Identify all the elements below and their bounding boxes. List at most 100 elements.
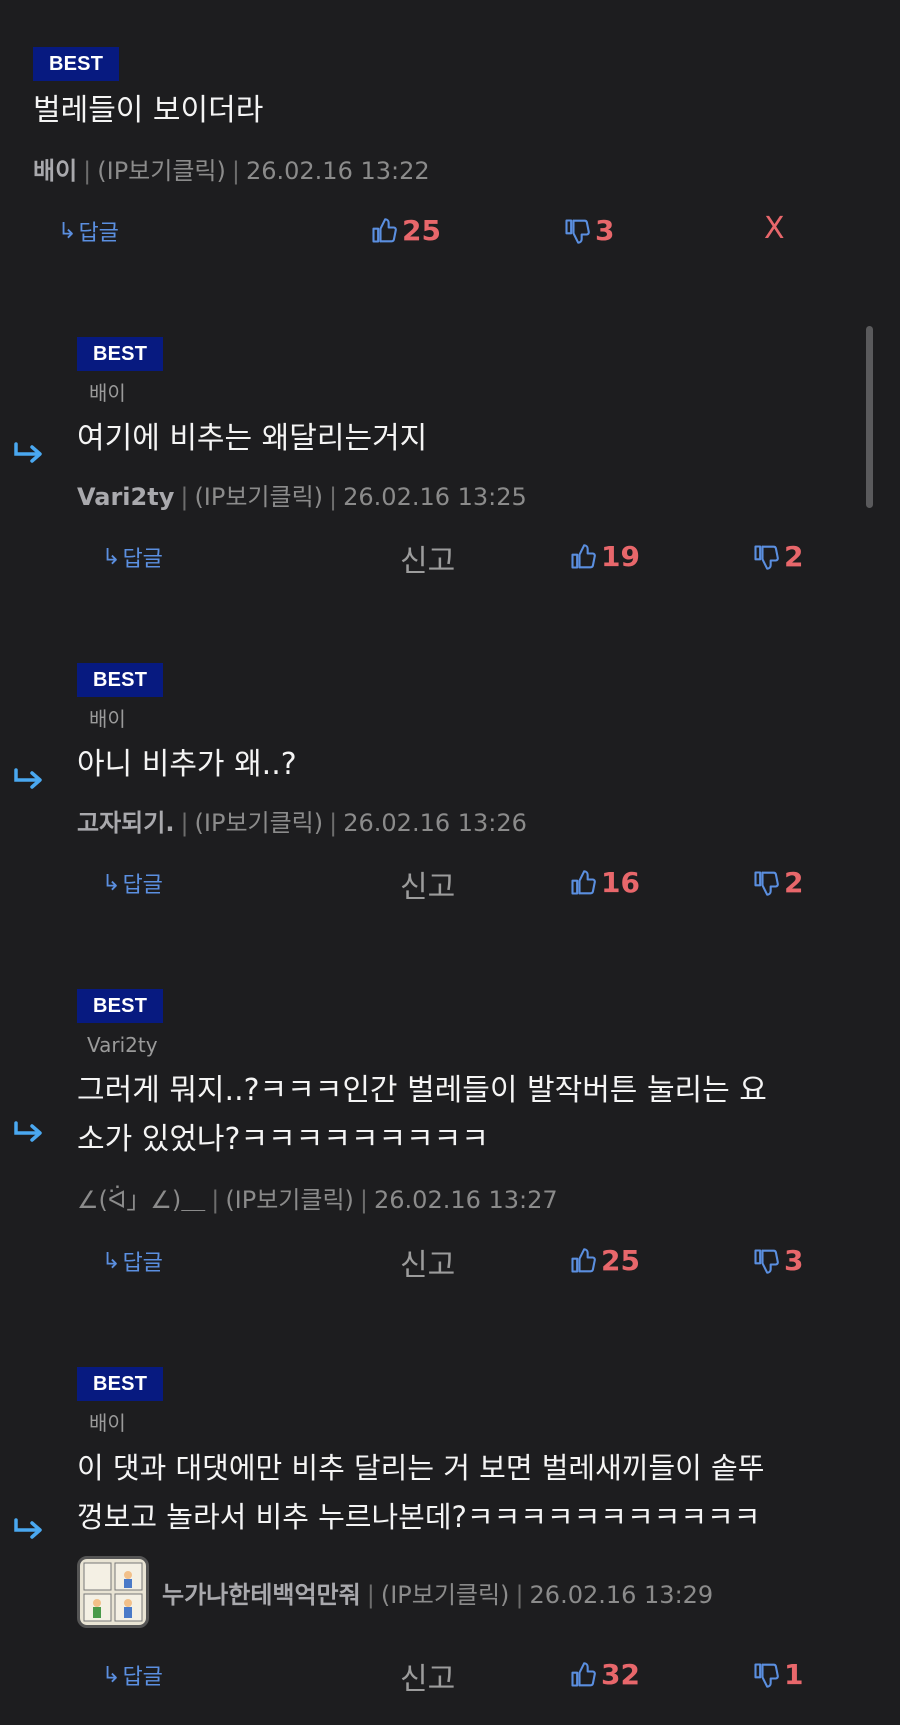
reply-small-arrow-icon: ↳ bbox=[58, 218, 77, 244]
timestamp: 26.02.16 13:25 bbox=[343, 483, 527, 511]
reply-to-user: 배이 bbox=[89, 381, 126, 405]
author-name[interactable]: 고자되기. bbox=[77, 809, 174, 837]
reply-to-user: Vari2ty bbox=[87, 1033, 158, 1057]
like-button[interactable]: 16 bbox=[569, 866, 640, 899]
thumbs-down-icon bbox=[754, 870, 779, 896]
timestamp: 26.02.16 13:29 bbox=[529, 1581, 714, 1609]
comment-text: 이 댓과 대댓에만 비추 달리는 거 보면 벌레새끼들이 솥뚜 껑보고 놀라서 … bbox=[77, 1451, 765, 1534]
reply-arrow-icon bbox=[14, 1121, 42, 1142]
ip-link[interactable]: (IP보기클릭) bbox=[381, 1581, 510, 1609]
timestamp: 26.02.16 13:27 bbox=[374, 1186, 558, 1214]
thumbs-down-icon bbox=[754, 1662, 779, 1688]
thumbs-up-icon bbox=[571, 1661, 596, 1687]
timestamp: 26.02.16 13:22 bbox=[245, 157, 430, 185]
dislike-button[interactable]: 2 bbox=[752, 866, 803, 899]
thumbs-up-icon bbox=[372, 217, 397, 243]
best-badge: BEST bbox=[33, 47, 120, 81]
comment-meta: Vari2ty | (IP보기클릭) | 26.02.16 13:25 bbox=[77, 482, 527, 512]
author-name[interactable]: Vari2ty bbox=[77, 483, 174, 511]
comment-text: 아니 비추가 왜..? bbox=[77, 747, 297, 782]
reply-button[interactable]: ↳ 답글 bbox=[58, 215, 119, 247]
separator: | bbox=[366, 1581, 375, 1609]
reply-button[interactable]: ↳ 답글 bbox=[102, 867, 163, 899]
timestamp: 26.02.16 13:26 bbox=[343, 809, 527, 837]
thumbs-down-icon bbox=[754, 544, 779, 570]
author-name[interactable]: 배이 bbox=[33, 157, 77, 185]
separator: | bbox=[329, 483, 338, 511]
ip-link[interactable]: (IP보기클릭) bbox=[195, 809, 324, 837]
ip-link[interactable]: (IP보기클릭) bbox=[97, 157, 226, 185]
like-count: 19 bbox=[601, 540, 640, 573]
like-count: 25 bbox=[601, 1244, 640, 1277]
comment-meta: 배이 | (IP보기클릭) | 26.02.16 13:22 bbox=[33, 156, 430, 186]
thumbs-up-icon bbox=[571, 869, 596, 895]
reply-label: 답글 bbox=[122, 1251, 163, 1276]
dislike-count: 1 bbox=[784, 1658, 804, 1691]
dislike-count: 3 bbox=[595, 214, 615, 247]
scrollbar[interactable] bbox=[866, 326, 873, 508]
reply-label: 답글 bbox=[122, 547, 163, 572]
report-button[interactable]: 신고 bbox=[400, 862, 455, 906]
dislike-count: 2 bbox=[784, 540, 804, 573]
separator: | bbox=[329, 809, 338, 837]
separator: | bbox=[211, 1186, 220, 1214]
reply-small-arrow-icon: ↳ bbox=[102, 544, 121, 570]
ip-link[interactable]: (IP보기클릭) bbox=[225, 1186, 354, 1214]
report-button[interactable]: 신고 bbox=[400, 536, 455, 580]
dislike-count: 2 bbox=[784, 866, 804, 899]
comment-text: 그러게 뭐지..?ㅋㅋㅋ인간 벌레들이 발작버튼 눌리는 요 소가 있었나?ㅋㅋ… bbox=[77, 1073, 767, 1157]
like-count: 32 bbox=[601, 1658, 640, 1691]
reply-to-user: 배이 bbox=[89, 1411, 126, 1435]
delete-x-button[interactable]: X bbox=[764, 211, 785, 246]
reply-button[interactable]: ↳ 답글 bbox=[102, 1659, 163, 1691]
report-button[interactable]: 신고 bbox=[400, 1240, 455, 1284]
comment-meta: 고자되기. | (IP보기클릭) | 26.02.16 13:26 bbox=[77, 808, 527, 838]
reply-label: 답글 bbox=[122, 873, 163, 898]
like-button[interactable]: 25 bbox=[569, 1244, 640, 1277]
separator: | bbox=[83, 157, 92, 185]
dislike-button[interactable]: 1 bbox=[752, 1658, 803, 1691]
avatar[interactable] bbox=[77, 1556, 149, 1628]
thumbs-down-icon bbox=[565, 218, 590, 244]
reply-small-arrow-icon: ↳ bbox=[102, 1248, 121, 1274]
like-count: 16 bbox=[601, 866, 640, 899]
reply-label: 답글 bbox=[122, 1665, 163, 1690]
report-button[interactable]: 신고 bbox=[400, 1654, 455, 1698]
separator: | bbox=[180, 809, 189, 837]
reply-small-arrow-icon: ↳ bbox=[102, 870, 121, 896]
thumbs-up-icon bbox=[571, 543, 596, 569]
reply-arrow-icon bbox=[14, 442, 42, 463]
comment-text: 벌레들이 보이더라 bbox=[33, 93, 264, 128]
avatar-image bbox=[83, 1562, 143, 1622]
best-badge: BEST bbox=[77, 989, 164, 1023]
comment-meta: ∠(ᐛ」∠)＿ | (IP보기클릭) | 26.02.16 13:27 bbox=[77, 1185, 558, 1215]
reply-arrow-icon bbox=[14, 1518, 42, 1539]
like-button[interactable]: 19 bbox=[569, 540, 640, 573]
best-badge: BEST bbox=[77, 663, 164, 697]
like-button[interactable]: 32 bbox=[569, 1658, 640, 1691]
thumbs-up-icon bbox=[571, 1247, 596, 1273]
reply-small-arrow-icon: ↳ bbox=[102, 1662, 121, 1688]
dislike-button[interactable]: 3 bbox=[563, 214, 614, 247]
dislike-count: 3 bbox=[784, 1244, 804, 1277]
separator: | bbox=[180, 483, 189, 511]
dislike-button[interactable]: 2 bbox=[752, 540, 803, 573]
comment-meta: 누가나한테백억만줘 | (IP보기클릭) | 26.02.16 13:29 bbox=[162, 1580, 713, 1610]
dislike-button[interactable]: 3 bbox=[752, 1244, 803, 1277]
comment-text: 여기에 비추는 왜달리는거지 bbox=[77, 421, 428, 456]
best-badge: BEST bbox=[77, 1367, 164, 1401]
separator: | bbox=[359, 1186, 369, 1214]
reply-button[interactable]: ↳ 답글 bbox=[102, 1245, 163, 1277]
reply-to-user: 배이 bbox=[89, 707, 126, 731]
reply-button[interactable]: ↳ 답글 bbox=[102, 541, 163, 573]
reply-arrow-icon bbox=[14, 768, 42, 789]
ip-link[interactable]: (IP보기클릭) bbox=[194, 483, 323, 511]
separator: | bbox=[515, 1581, 524, 1609]
like-count: 25 bbox=[402, 214, 441, 247]
reply-label: 답글 bbox=[78, 221, 119, 246]
like-button[interactable]: 25 bbox=[370, 214, 441, 247]
author-name[interactable]: 누가나한테백억만줘 bbox=[162, 1581, 361, 1609]
author-name[interactable]: ∠(ᐛ」∠)＿ bbox=[77, 1186, 205, 1214]
thumbs-down-icon bbox=[754, 1248, 779, 1274]
separator: | bbox=[231, 157, 240, 185]
